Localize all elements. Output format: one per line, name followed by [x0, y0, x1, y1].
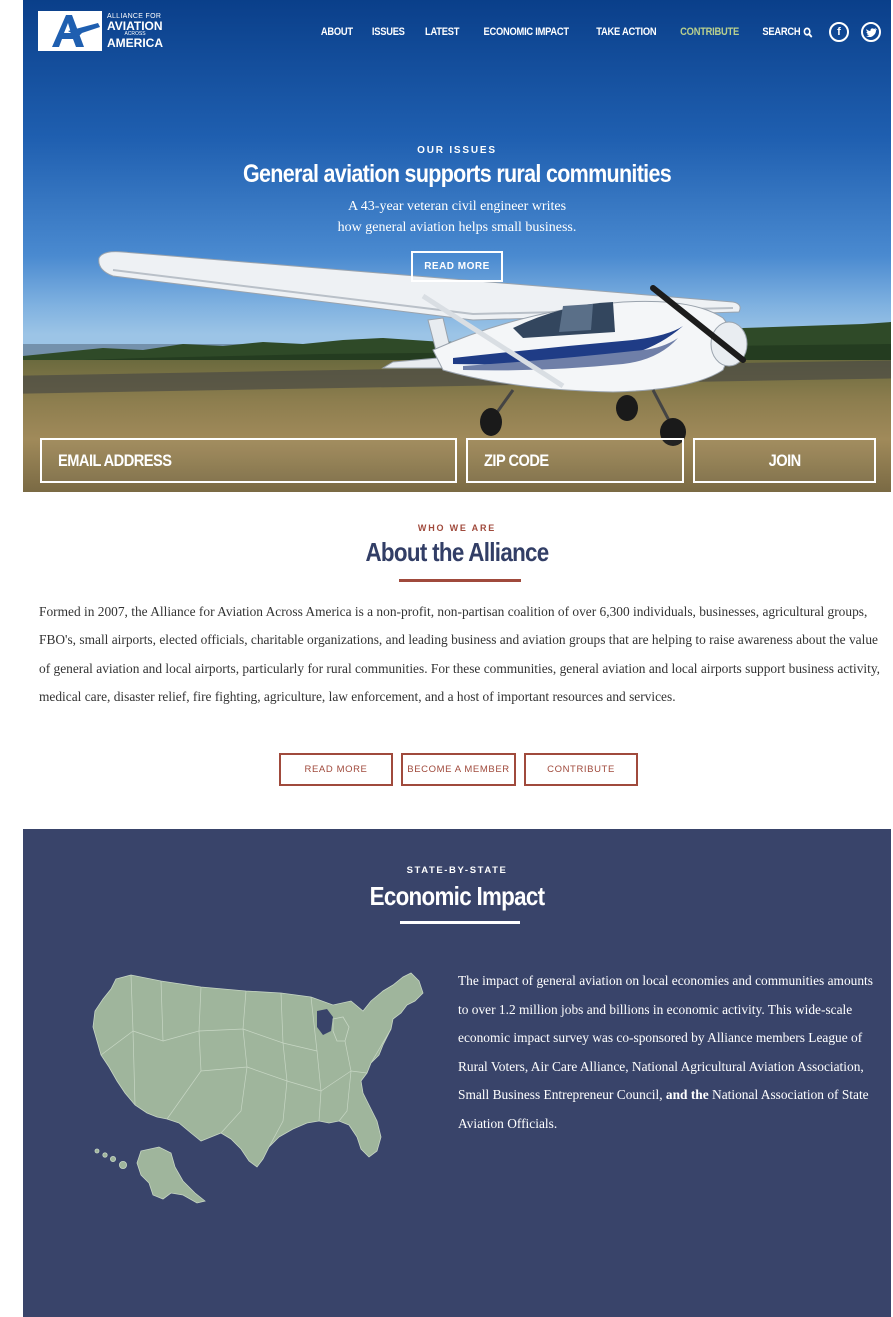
email-field[interactable]: EMAIL ADDRESS	[40, 438, 457, 483]
hero-subtitle: A 43-year veteran civil engineer writes …	[23, 196, 891, 238]
nav-contribute[interactable]: CONTRIBUTE	[680, 26, 739, 38]
hero-read-more-button[interactable]: READ MORE	[411, 251, 503, 282]
econ-divider	[400, 921, 520, 924]
about-eyebrow: WHO WE ARE	[417, 523, 497, 533]
us-map[interactable]	[71, 971, 433, 1216]
page: ALLIANCE FOR AVIATION ACROSS AMERICA ABO…	[23, 0, 891, 1317]
hero-title: General aviation supports rural communit…	[242, 160, 672, 188]
main-nav: ABOUT ISSUES LATEST ECONOMIC IMPACT TAKE…	[304, 20, 881, 44]
about-title: About the Alliance	[365, 537, 549, 567]
econ-eyebrow: STATE-BY-STATE	[406, 865, 508, 876]
join-button[interactable]: JOIN	[693, 438, 876, 483]
contribute-button[interactable]: CONTRIBUTE	[524, 753, 638, 786]
facebook-icon[interactable]: f	[829, 22, 849, 42]
nav-latest[interactable]: LATEST	[425, 26, 459, 38]
hero-subtitle-line1: A 43-year veteran civil engineer writes	[347, 199, 567, 214]
econ-body-main: The impact of general aviation on local …	[458, 973, 873, 1103]
hero-banner: ALLIANCE FOR AVIATION ACROSS AMERICA ABO…	[23, 0, 891, 492]
nav-search-label: SEARCH	[762, 26, 801, 38]
about-divider	[399, 579, 521, 582]
economic-impact-section: STATE-BY-STATE Economic Impact The impac…	[23, 829, 891, 1317]
hero-eyebrow: OUR ISSUES	[417, 145, 497, 156]
nav-search[interactable]: SEARCH	[763, 26, 813, 38]
econ-body: The impact of general aviation on local …	[458, 967, 883, 1139]
about-read-more-button[interactable]: READ MORE	[279, 753, 393, 786]
zip-code-field[interactable]: ZIP CODE	[466, 438, 684, 483]
nav-take-action[interactable]: TAKE ACTION	[596, 26, 656, 38]
twitter-icon[interactable]	[861, 22, 881, 42]
site-logo[interactable]: ALLIANCE FOR AVIATION ACROSS AMERICA	[38, 10, 164, 52]
join-label: JOIN	[768, 450, 801, 470]
logo-text-line4: AMERICA	[107, 36, 163, 50]
nav-about[interactable]: ABOUT	[321, 26, 353, 38]
email-placeholder: EMAIL ADDRESS	[58, 450, 172, 470]
hero-subtitle-line2: how general aviation helps small busines…	[337, 220, 577, 235]
search-icon	[803, 26, 813, 38]
become-member-button[interactable]: BECOME A MEMBER	[401, 753, 516, 786]
nav-economic-impact[interactable]: ECONOMIC IMPACT	[484, 26, 570, 38]
plane-logo-icon	[38, 11, 102, 51]
econ-body-bold: and the	[665, 1087, 709, 1103]
econ-title: Economic Impact	[369, 881, 546, 911]
zip-placeholder: ZIP CODE	[484, 450, 549, 470]
nav-issues[interactable]: ISSUES	[372, 26, 405, 38]
about-body: Formed in 2007, the Alliance for Aviatio…	[39, 604, 881, 705]
